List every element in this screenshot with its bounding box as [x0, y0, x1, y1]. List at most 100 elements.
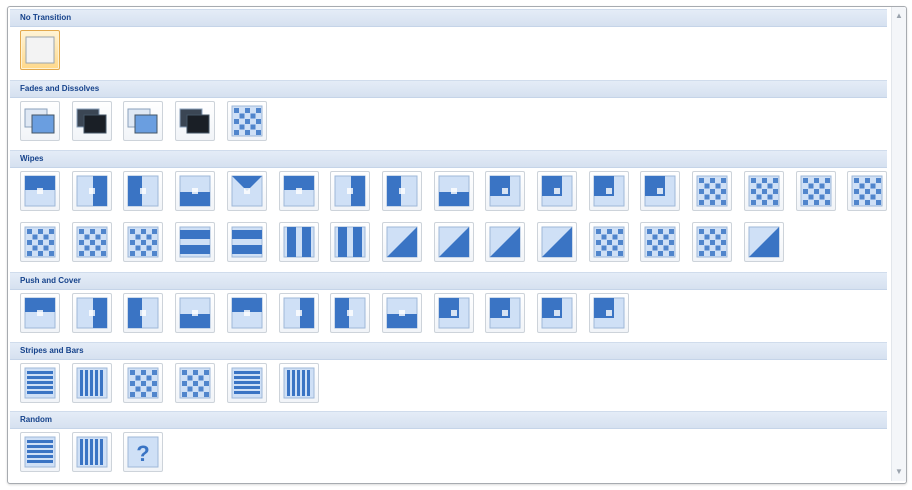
transition-tile[interactable]	[434, 293, 474, 333]
transition-tile[interactable]	[72, 432, 112, 472]
transition-tile[interactable]	[123, 293, 163, 333]
transition-tile[interactable]	[123, 171, 163, 211]
section-wipes: Wipes	[10, 150, 887, 262]
transition-tile[interactable]: ?	[123, 432, 163, 472]
box-in-icon	[696, 175, 728, 207]
push-up-icon	[179, 297, 211, 329]
transition-tile[interactable]	[175, 171, 215, 211]
wipe-left-icon	[76, 175, 108, 207]
transition-tile[interactable]	[175, 222, 215, 262]
random-bars-vertical-icon	[76, 436, 108, 468]
transition-tile[interactable]	[382, 171, 422, 211]
wheel-clockwise-2-icon	[851, 175, 883, 207]
transition-tile[interactable]	[330, 293, 370, 333]
cover-left-down-icon	[438, 297, 470, 329]
transition-tile[interactable]	[20, 363, 60, 403]
transition-tile[interactable]	[537, 171, 577, 211]
transition-tile[interactable]	[537, 222, 577, 262]
transition-tile[interactable]	[72, 363, 112, 403]
cover-right-down-icon	[541, 297, 573, 329]
transition-tile[interactable]	[20, 222, 60, 262]
uncover-right-icon	[386, 175, 418, 207]
transition-tile[interactable]	[640, 222, 680, 262]
transition-tile[interactable]	[72, 101, 112, 141]
transition-tile[interactable]	[744, 171, 784, 211]
transition-tile[interactable]	[279, 363, 319, 403]
uncover-left-down-icon	[489, 175, 521, 207]
transition-tile[interactable]	[330, 171, 370, 211]
section-header: Random	[10, 411, 887, 429]
section-header: Stripes and Bars	[10, 342, 887, 360]
transition-tile[interactable]	[382, 222, 422, 262]
transition-tile[interactable]	[227, 222, 267, 262]
split-vertical-in-icon	[334, 226, 366, 258]
transition-tile[interactable]	[20, 101, 60, 141]
svg-text:?: ?	[136, 441, 149, 466]
transition-tile[interactable]	[279, 171, 319, 211]
transition-tile[interactable]	[227, 293, 267, 333]
scroll-down-arrow-icon[interactable]: ▼	[894, 467, 904, 477]
transition-tile[interactable]	[227, 171, 267, 211]
transition-tile[interactable]	[847, 171, 887, 211]
transition-tile[interactable]	[279, 222, 319, 262]
cover-right-up-icon	[593, 297, 625, 329]
gallery-row	[20, 293, 880, 335]
transition-tile[interactable]	[72, 222, 112, 262]
random-transition-icon: ?	[127, 436, 159, 468]
section-no-transition: No Transition	[10, 9, 887, 70]
wipe-down-icon	[24, 175, 56, 207]
transition-tile[interactable]	[20, 171, 60, 211]
transition-tile[interactable]	[589, 293, 629, 333]
transition-tile[interactable]	[589, 222, 629, 262]
section-header: Wipes	[10, 150, 887, 168]
transition-tile[interactable]	[485, 171, 525, 211]
gallery-scrollbar[interactable]: ▲ ▼	[891, 7, 906, 481]
transition-tile[interactable]	[382, 293, 422, 333]
section-stripes-and-bars: Stripes and Bars	[10, 342, 887, 403]
transition-tile[interactable]	[434, 171, 474, 211]
transition-tile[interactable]	[72, 293, 112, 333]
transition-tile[interactable]	[72, 171, 112, 211]
transition-tile[interactable]	[537, 293, 577, 333]
section-header: Push and Cover	[10, 272, 887, 290]
transition-tile[interactable]	[20, 293, 60, 333]
wipe-right-icon	[127, 175, 159, 207]
transition-tile[interactable]	[123, 101, 163, 141]
transition-tile[interactable]	[227, 363, 267, 403]
transition-tile[interactable]	[485, 293, 525, 333]
dissolve-icon	[231, 105, 263, 137]
gallery-row	[20, 363, 880, 405]
transition-tile[interactable]	[692, 222, 732, 262]
transition-tile[interactable]	[796, 171, 836, 211]
checkerboard-down-icon	[179, 367, 211, 399]
uncover-left-up-icon	[541, 175, 573, 207]
strips-left-up-icon	[438, 226, 470, 258]
transition-tile[interactable]	[175, 363, 215, 403]
transition-tile[interactable]	[434, 222, 474, 262]
transition-tile[interactable]	[279, 293, 319, 333]
comb-vertical-icon	[283, 367, 315, 399]
split-vertical-out-icon	[283, 226, 315, 258]
cover-left-up-icon	[489, 297, 521, 329]
transition-tile[interactable]	[330, 222, 370, 262]
push-down-icon	[24, 297, 56, 329]
transition-tile[interactable]	[175, 293, 215, 333]
transition-tile[interactable]	[123, 363, 163, 403]
cover-down-icon	[231, 297, 263, 329]
transition-tile[interactable]	[589, 171, 629, 211]
gallery-content: No Transition Fades and Dissolves Wipes Pu…	[10, 9, 887, 481]
transition-tile[interactable]	[640, 171, 680, 211]
wheel-clockwise-1-icon	[800, 175, 832, 207]
uncover-left-icon	[334, 175, 366, 207]
shape-plus-icon	[696, 226, 728, 258]
transition-tile[interactable]	[123, 222, 163, 262]
transition-tile[interactable]	[20, 432, 60, 472]
wheel-clockwise-4-icon	[76, 226, 108, 258]
transition-tile[interactable]	[744, 222, 784, 262]
transition-tile[interactable]	[175, 101, 215, 141]
transition-tile[interactable]	[485, 222, 525, 262]
transition-tile[interactable]	[692, 171, 732, 211]
transition-tile[interactable]	[20, 30, 60, 70]
scroll-up-arrow-icon[interactable]: ▲	[894, 11, 904, 21]
transition-tile[interactable]	[227, 101, 267, 141]
